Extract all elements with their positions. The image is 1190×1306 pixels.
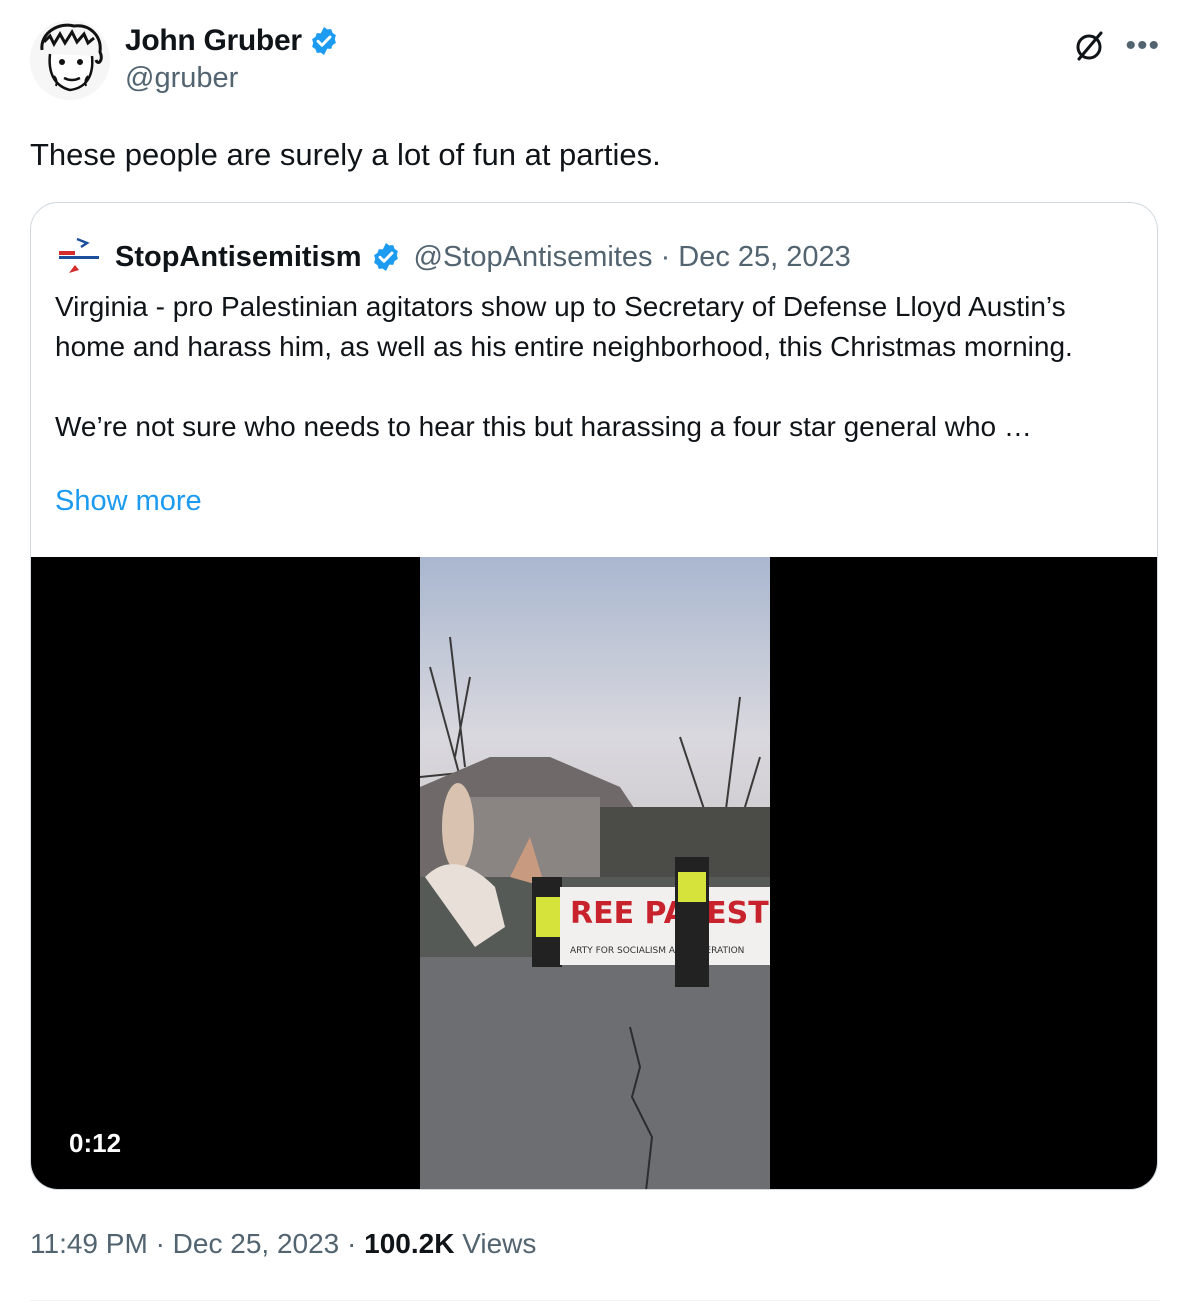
tweet-meta: 11:49 PM · Dec 25, 2023 · 100.2K Views xyxy=(30,1228,536,1260)
tweet-text: These people are surely a lot of fun at … xyxy=(30,137,661,172)
tweet-time[interactable]: 11:49 PM xyxy=(30,1228,148,1259)
more-options-icon[interactable]: ••• xyxy=(1125,31,1160,61)
grok-icon[interactable] xyxy=(1071,28,1107,64)
banner-sub-text: ARTY FOR SOCIALISM AND LIBERATION xyxy=(570,946,744,956)
video-player[interactable]: REE PALESTINE! ARTY FOR SOCIALISM AND LI… xyxy=(31,557,1157,1189)
quote-author-handle-date[interactable]: @StopAntisemites · Dec 25, 2023 xyxy=(414,241,851,274)
views-label: Views xyxy=(462,1228,537,1259)
meta-separator: · xyxy=(155,1228,165,1259)
video-duration: 0:12 xyxy=(59,1124,132,1163)
views-count: 100.2K xyxy=(364,1228,455,1259)
divider xyxy=(30,1300,1160,1301)
quote-text: Virginia - pro Palestinian agitators sho… xyxy=(55,291,1073,442)
verified-badge-icon xyxy=(311,27,336,55)
verified-badge-icon xyxy=(373,243,398,271)
author-avatar[interactable] xyxy=(30,20,110,100)
video-thumbnail[interactable]: REE PALESTINE! ARTY FOR SOCIALISM AND LI… xyxy=(420,557,770,1189)
meta-separator: · xyxy=(347,1228,357,1259)
quote-author-avatar[interactable] xyxy=(55,233,103,281)
quote-author-name[interactable]: StopAntisemitism xyxy=(115,241,362,274)
tweet-header: John Gruber @gruber ••• xyxy=(30,20,1160,110)
show-more-link[interactable]: Show more xyxy=(55,485,202,518)
quoted-tweet-card[interactable]: StopAntisemitism @StopAntisemites · Dec … xyxy=(30,202,1158,1190)
author-handle[interactable]: @gruber xyxy=(125,62,340,95)
banner-main-text: REE PALESTINE! xyxy=(570,896,770,931)
author-name[interactable]: John Gruber xyxy=(125,24,302,58)
tweet-date[interactable]: Dec 25, 2023 xyxy=(173,1228,340,1259)
